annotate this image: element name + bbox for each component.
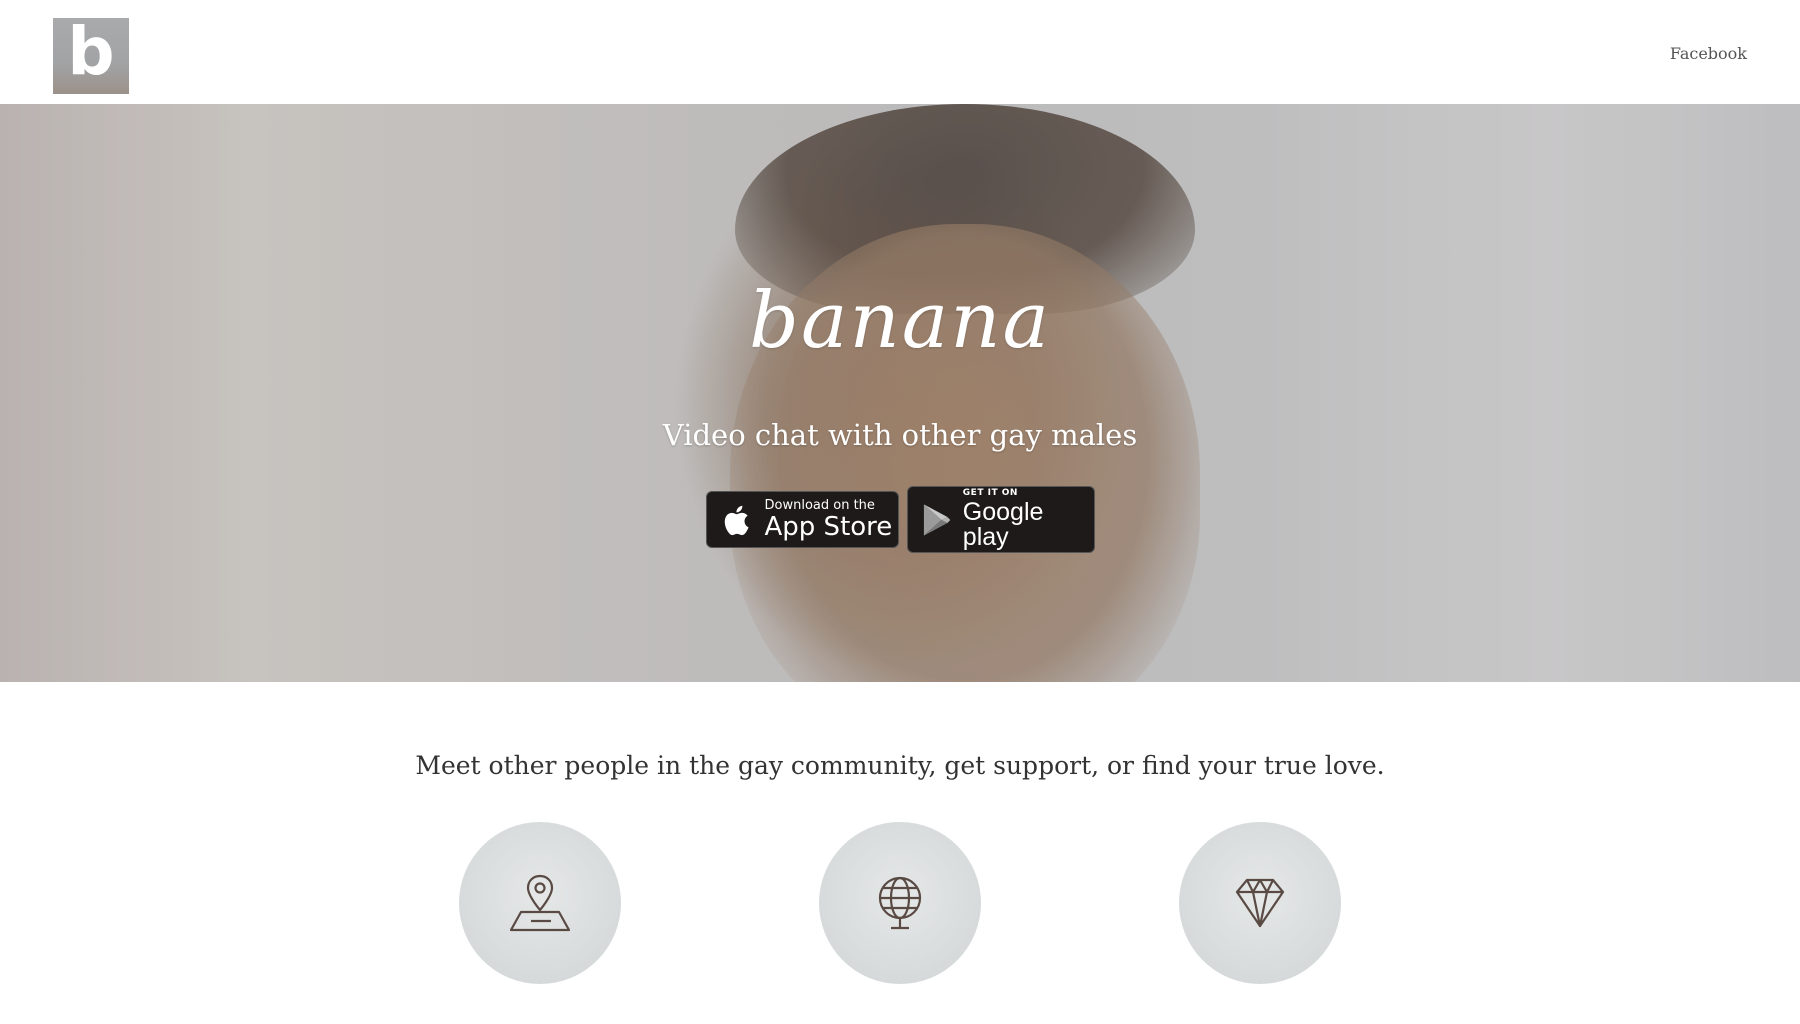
app-store-text: Download on the App Store [765,499,893,540]
google-play-small-label: GET IT ON [962,488,1018,498]
apple-icon [724,505,748,535]
features-row [0,822,1800,984]
hero-content: banana Video chat with other gay males D… [0,104,1800,682]
app-store-big-label: App Store [764,512,893,542]
hero-tagline: Video chat with other gay males [662,418,1138,452]
google-play-big-label: Google play [962,498,1044,551]
hero-section: banana Video chat with other gay males D… [0,104,1800,682]
nav-link-facebook[interactable]: Facebook [1670,44,1747,63]
google-play-icon [923,503,950,536]
google-play-text: GET IT ON Google play [963,489,1094,550]
globe-icon [878,876,922,930]
diamond-icon [1235,878,1285,928]
feature-love [1179,822,1341,984]
app-store-button[interactable]: Download on the App Store [705,491,899,548]
google-play-button[interactable]: GET IT ON Google play [906,486,1095,553]
logo-letter: b [67,18,115,90]
brand-wordmark: banana [749,276,1051,366]
intro-text: Meet other people in the gay community, … [415,751,1385,780]
brand-logo[interactable]: b [53,18,129,94]
top-bar: b Facebook [0,0,1800,104]
feature-global [819,822,981,984]
store-badges: Download on the App Store GET IT ON Goog… [0,486,1800,553]
page: b Facebook banana Video chat with other … [0,0,1800,1024]
app-store-small-label: Download on the [764,498,875,513]
feature-location [459,822,621,984]
map-pin-icon [509,874,571,932]
